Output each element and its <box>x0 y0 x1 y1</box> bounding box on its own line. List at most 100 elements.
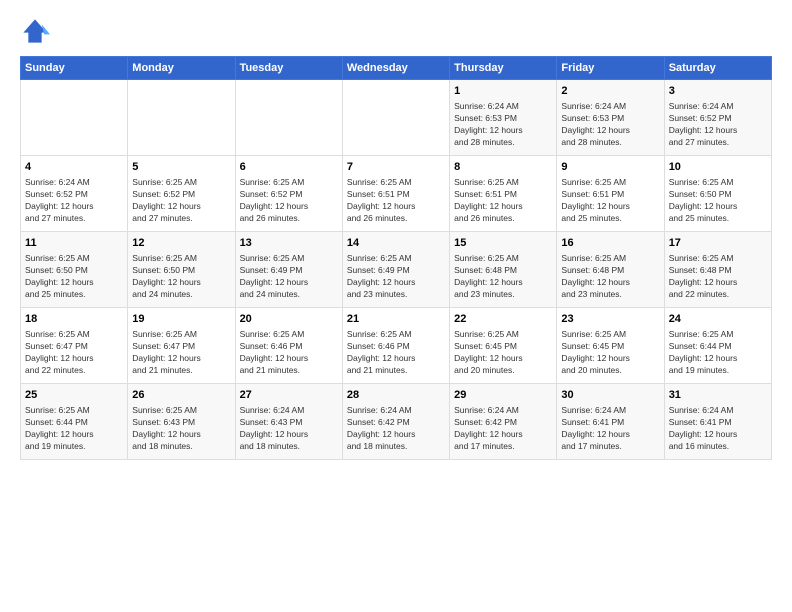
day-info: Sunrise: 6:24 AM Sunset: 6:41 PM Dayligh… <box>669 405 767 453</box>
day-number: 8 <box>454 160 552 175</box>
day-number: 12 <box>132 236 230 251</box>
day-info: Sunrise: 6:25 AM Sunset: 6:50 PM Dayligh… <box>669 177 767 225</box>
calendar-cell <box>21 80 128 156</box>
calendar-week-row: 11Sunrise: 6:25 AM Sunset: 6:50 PM Dayli… <box>21 232 772 308</box>
day-number: 2 <box>561 84 659 99</box>
calendar-week-row: 1 Sunrise: 6:24 AM Sunset: 6:53 PM Daylig… <box>21 80 772 156</box>
day-info: Sunrise: 6:25 AM Sunset: 6:44 PM Dayligh… <box>25 405 123 453</box>
day-info: Sunrise: 6:25 AM Sunset: 6:52 PM Dayligh… <box>132 177 230 225</box>
day-info: Sunrise: 6:25 AM Sunset: 6:51 PM Dayligh… <box>454 177 552 225</box>
day-number: 17 <box>669 236 767 251</box>
day-info: Sunrise: 6:24 AM Sunset: 6:41 PM Dayligh… <box>561 405 659 453</box>
calendar-cell: 6 Sunrise: 6:25 AM Sunset: 6:52 PM Daylig… <box>235 156 342 232</box>
calendar-cell: 18 Sunrise: 6:25 AM Sunset: 6:47 PM Dayli… <box>21 308 128 384</box>
calendar-weekday-wednesday: Wednesday <box>342 57 449 80</box>
day-info: Sunrise: 6:25 AM Sunset: 6:51 PM Dayligh… <box>347 177 445 225</box>
calendar-cell: 8 Sunrise: 6:25 AM Sunset: 6:51 PM Daylig… <box>450 156 557 232</box>
calendar-cell: 22 Sunrise: 6:25 AM Sunset: 6:45 PM Dayli… <box>450 308 557 384</box>
day-number: 22 <box>454 312 552 327</box>
calendar-weekday-monday: Monday <box>128 57 235 80</box>
day-info: Sunrise: 6:25 AM Sunset: 6:47 PM Dayligh… <box>25 329 123 377</box>
day-info: Sunrise: 6:24 AM Sunset: 6:52 PM Dayligh… <box>669 101 767 149</box>
day-number: 18 <box>25 312 123 327</box>
day-number: 1 <box>454 84 552 99</box>
day-number: 16 <box>561 236 659 251</box>
calendar-cell: 28 Sunrise: 6:24 AM Sunset: 6:42 PM Dayli… <box>342 384 449 460</box>
day-number: 31 <box>669 388 767 403</box>
calendar-cell: 29 Sunrise: 6:24 AM Sunset: 6:42 PM Dayli… <box>450 384 557 460</box>
day-info: Sunrise: 6:25 AM Sunset: 6:51 PM Dayligh… <box>561 177 659 225</box>
calendar-cell: 10 Sunrise: 6:25 AM Sunset: 6:50 PM Dayli… <box>664 156 771 232</box>
day-info: Sunrise: 6:25 AM Sunset: 6:48 PM Dayligh… <box>669 253 767 301</box>
calendar-cell: 27 Sunrise: 6:24 AM Sunset: 6:43 PM Dayli… <box>235 384 342 460</box>
page: SundayMondayTuesdayWednesdayThursdayFrid… <box>0 0 792 612</box>
day-info: Sunrise: 6:25 AM Sunset: 6:45 PM Dayligh… <box>454 329 552 377</box>
day-number: 15 <box>454 236 552 251</box>
logo-icon <box>20 16 50 46</box>
day-info: Sunrise: 6:25 AM Sunset: 6:46 PM Dayligh… <box>240 329 338 377</box>
calendar-cell: 26 Sunrise: 6:25 AM Sunset: 6:43 PM Dayli… <box>128 384 235 460</box>
day-info: Sunrise: 6:25 AM Sunset: 6:48 PM Dayligh… <box>454 253 552 301</box>
day-number: 29 <box>454 388 552 403</box>
day-number: 21 <box>347 312 445 327</box>
calendar-table: SundayMondayTuesdayWednesdayThursdayFrid… <box>20 56 772 460</box>
day-info: Sunrise: 6:24 AM Sunset: 6:52 PM Dayligh… <box>25 177 123 225</box>
calendar-cell: 25 Sunrise: 6:25 AM Sunset: 6:44 PM Dayli… <box>21 384 128 460</box>
day-info: Sunrise: 6:24 AM Sunset: 6:42 PM Dayligh… <box>454 405 552 453</box>
day-info: Sunrise: 6:25 AM Sunset: 6:44 PM Dayligh… <box>669 329 767 377</box>
day-number: 27 <box>240 388 338 403</box>
day-number: 26 <box>132 388 230 403</box>
calendar-cell: 24 Sunrise: 6:25 AM Sunset: 6:44 PM Dayli… <box>664 308 771 384</box>
logo <box>20 16 54 46</box>
calendar-week-row: 4 Sunrise: 6:24 AM Sunset: 6:52 PM Daylig… <box>21 156 772 232</box>
day-number: 7 <box>347 160 445 175</box>
calendar-cell: 15 Sunrise: 6:25 AM Sunset: 6:48 PM Dayli… <box>450 232 557 308</box>
calendar-cell: 5 Sunrise: 6:25 AM Sunset: 6:52 PM Daylig… <box>128 156 235 232</box>
day-info: Sunrise: 6:25 AM Sunset: 6:47 PM Dayligh… <box>132 329 230 377</box>
calendar-weekday-tuesday: Tuesday <box>235 57 342 80</box>
calendar-cell <box>128 80 235 156</box>
day-number: 4 <box>25 160 123 175</box>
calendar-cell <box>235 80 342 156</box>
day-info: Sunrise: 6:25 AM Sunset: 6:52 PM Dayligh… <box>240 177 338 225</box>
calendar-header-row: SundayMondayTuesdayWednesdayThursdayFrid… <box>21 57 772 80</box>
calendar-weekday-friday: Friday <box>557 57 664 80</box>
day-number: 6 <box>240 160 338 175</box>
day-info: Sunrise: 6:24 AM Sunset: 6:42 PM Dayligh… <box>347 405 445 453</box>
calendar-cell: 13 Sunrise: 6:25 AM Sunset: 6:49 PM Dayli… <box>235 232 342 308</box>
calendar-cell: 19 Sunrise: 6:25 AM Sunset: 6:47 PM Dayli… <box>128 308 235 384</box>
calendar-cell: 3 Sunrise: 6:24 AM Sunset: 6:52 PM Daylig… <box>664 80 771 156</box>
calendar-cell: 23Sunrise: 6:25 AM Sunset: 6:45 PM Dayli… <box>557 308 664 384</box>
day-info: Sunrise: 6:25 AM Sunset: 6:49 PM Dayligh… <box>240 253 338 301</box>
calendar-weekday-saturday: Saturday <box>664 57 771 80</box>
day-number: 13 <box>240 236 338 251</box>
day-info: Sunrise: 6:24 AM Sunset: 6:53 PM Dayligh… <box>561 101 659 149</box>
day-number: 28 <box>347 388 445 403</box>
day-number: 24 <box>669 312 767 327</box>
calendar-cell: 31 Sunrise: 6:24 AM Sunset: 6:41 PM Dayli… <box>664 384 771 460</box>
day-info: Sunrise: 6:25 AM Sunset: 6:43 PM Dayligh… <box>132 405 230 453</box>
day-info: Sunrise: 6:24 AM Sunset: 6:53 PM Dayligh… <box>454 101 552 149</box>
calendar-cell: 21 Sunrise: 6:25 AM Sunset: 6:46 PM Dayli… <box>342 308 449 384</box>
day-info: Sunrise: 6:24 AM Sunset: 6:43 PM Dayligh… <box>240 405 338 453</box>
day-number: 10 <box>669 160 767 175</box>
calendar-cell: 4 Sunrise: 6:24 AM Sunset: 6:52 PM Daylig… <box>21 156 128 232</box>
day-number: 3 <box>669 84 767 99</box>
calendar-cell: 11Sunrise: 6:25 AM Sunset: 6:50 PM Dayli… <box>21 232 128 308</box>
calendar-cell: 1 Sunrise: 6:24 AM Sunset: 6:53 PM Daylig… <box>450 80 557 156</box>
calendar-cell: 14Sunrise: 6:25 AM Sunset: 6:49 PM Dayli… <box>342 232 449 308</box>
day-info: Sunrise: 6:25 AM Sunset: 6:50 PM Dayligh… <box>132 253 230 301</box>
calendar-week-row: 25 Sunrise: 6:25 AM Sunset: 6:44 PM Dayli… <box>21 384 772 460</box>
day-info: Sunrise: 6:25 AM Sunset: 6:46 PM Dayligh… <box>347 329 445 377</box>
day-info: Sunrise: 6:25 AM Sunset: 6:50 PM Dayligh… <box>25 253 123 301</box>
day-number: 5 <box>132 160 230 175</box>
day-info: Sunrise: 6:25 AM Sunset: 6:48 PM Dayligh… <box>561 253 659 301</box>
day-number: 19 <box>132 312 230 327</box>
calendar-cell: 2 Sunrise: 6:24 AM Sunset: 6:53 PM Daylig… <box>557 80 664 156</box>
calendar-week-row: 18 Sunrise: 6:25 AM Sunset: 6:47 PM Dayli… <box>21 308 772 384</box>
day-number: 20 <box>240 312 338 327</box>
calendar-cell: 16 Sunrise: 6:25 AM Sunset: 6:48 PM Dayli… <box>557 232 664 308</box>
day-number: 25 <box>25 388 123 403</box>
calendar-cell: 9Sunrise: 6:25 AM Sunset: 6:51 PM Daylig… <box>557 156 664 232</box>
day-info: Sunrise: 6:25 AM Sunset: 6:49 PM Dayligh… <box>347 253 445 301</box>
